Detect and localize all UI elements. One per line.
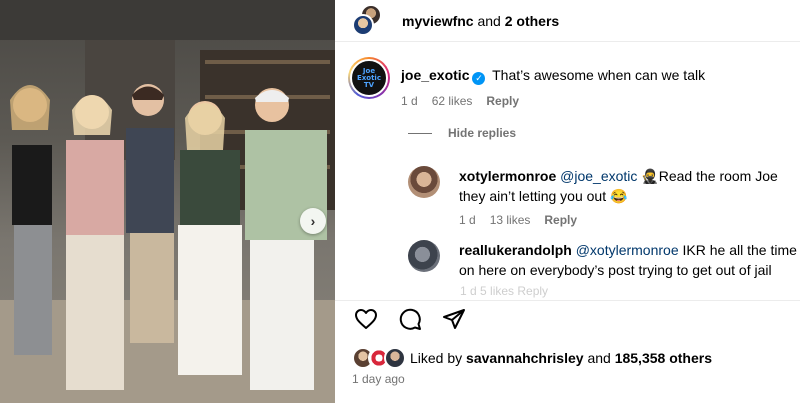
- comment-mention[interactable]: @xotylermonroe: [576, 242, 679, 258]
- comment-text: IKR he all the time: [682, 242, 797, 258]
- header-and: and: [477, 13, 501, 29]
- post-timestamp[interactable]: 1 day ago: [352, 372, 405, 386]
- comment-button[interactable]: [397, 306, 423, 332]
- liked-by-others[interactable]: 185,358 others: [615, 350, 712, 366]
- liked-by-user[interactable]: savannahchrisley: [466, 350, 584, 366]
- reply-item: reallukerandolph @xotylermonroe IKR he a…: [408, 240, 797, 280]
- verified-badge-icon: ✓: [472, 72, 486, 85]
- comment-likes[interactable]: 13 likes: [490, 210, 531, 230]
- post-photo[interactable]: ›: [0, 0, 335, 403]
- emoji: 😂: [610, 188, 628, 204]
- carousel-next-button[interactable]: ›: [300, 208, 326, 234]
- comment-item: Joe Exotic TV joe_exotic ✓ That’s awesome…: [348, 57, 705, 111]
- comment-age: 1 d: [459, 213, 476, 227]
- commenter-avatar[interactable]: [408, 240, 440, 272]
- comment-likes[interactable]: 62 likes: [432, 91, 473, 111]
- divider-dash: [408, 132, 432, 134]
- chevron-right-icon: ›: [310, 213, 316, 229]
- comment-username[interactable]: joe_exotic: [401, 67, 469, 83]
- commenter-avatar[interactable]: Joe Exotic TV: [348, 57, 390, 99]
- divider: [335, 300, 800, 301]
- emoji: 🥷: [641, 168, 659, 184]
- reply-button[interactable]: Reply: [544, 210, 577, 230]
- comments-panel: myviewfnc and 2 others Joe Exotic TV joe…: [335, 0, 800, 403]
- share-icon: [443, 309, 465, 329]
- comment-username[interactable]: xotylermonroe: [459, 168, 556, 184]
- post-actions: [353, 306, 467, 332]
- liked-by-prefix: Liked by: [410, 350, 463, 366]
- avatar-logo-text: Joe Exotic TV: [350, 59, 388, 97]
- hide-replies-label: Hide replies: [448, 126, 517, 140]
- comment-mention[interactable]: @joe_exotic: [560, 168, 637, 184]
- comment-text: Read the room Joe: [658, 168, 778, 184]
- post-header: myviewfnc and 2 others: [350, 4, 559, 38]
- comment-username[interactable]: reallukerandolph: [459, 242, 572, 258]
- header-names: myviewfnc and 2 others: [402, 13, 559, 29]
- like-button[interactable]: [353, 306, 379, 332]
- comment-text: That’s awesome when can we talk: [492, 67, 706, 83]
- liked-by-and: and: [587, 350, 611, 366]
- header-others[interactable]: 2 others: [505, 13, 559, 29]
- header-username[interactable]: myviewfnc: [402, 13, 474, 29]
- heart-icon: [355, 309, 377, 329]
- hide-replies-button[interactable]: Hide replies: [408, 126, 516, 140]
- liker-avatars[interactable]: [352, 347, 408, 369]
- comment-icon: [399, 308, 421, 330]
- faded-comment-meta: 1 d 5 likes Reply: [460, 284, 549, 298]
- avatar: [384, 347, 406, 369]
- likes-summary: Liked by savannahchrisley and 185,358 ot…: [352, 347, 712, 369]
- commenter-avatar[interactable]: [408, 166, 440, 198]
- divider: [335, 41, 800, 42]
- comment-text-line2: on here on everybody’s post trying to ge…: [459, 262, 772, 278]
- reply-button[interactable]: Reply: [486, 91, 519, 111]
- avatar: [352, 14, 374, 36]
- post-photo-illustration: [0, 0, 335, 403]
- share-button[interactable]: [441, 306, 467, 332]
- comment-age: 1 d: [401, 94, 418, 108]
- comment-text-line2: they ain’t letting you out: [459, 188, 607, 204]
- reply-item: xotylermonroe @joe_exotic 🥷Read the room…: [408, 166, 778, 230]
- collab-avatars[interactable]: [350, 4, 386, 38]
